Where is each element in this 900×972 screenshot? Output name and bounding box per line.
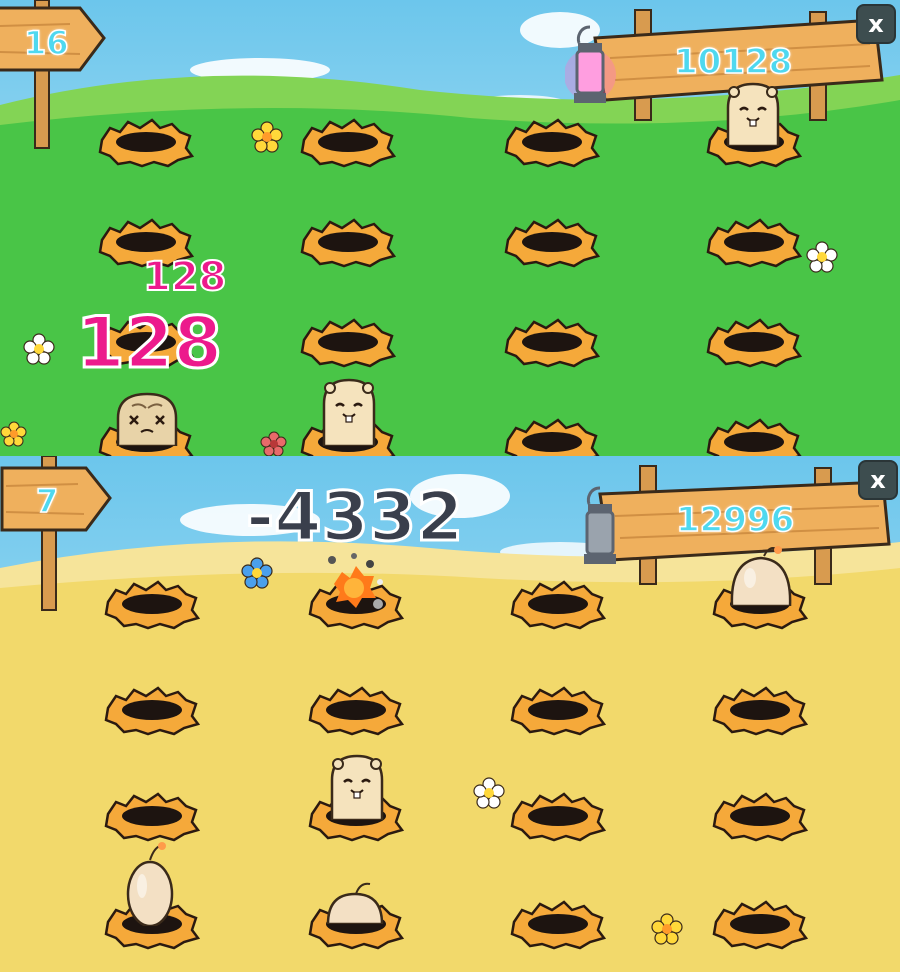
- flower-icon: [651, 913, 683, 945]
- hole-icon: [300, 118, 396, 168]
- score-popup-large: 128: [74, 301, 223, 386]
- mole-hole[interactable]: [104, 576, 200, 630]
- timer-value: 7: [35, 481, 59, 521]
- mole-hole[interactable]: [706, 214, 802, 268]
- hamster-icon: [116, 392, 178, 446]
- score-popup-small: 128: [142, 253, 227, 301]
- hole-icon: [706, 218, 802, 268]
- hole-icon: [104, 792, 200, 842]
- mole-hole[interactable]: [504, 214, 600, 268]
- flower-icon: [260, 431, 287, 456]
- mole-hole[interactable]: [706, 414, 802, 456]
- hole-icon: [510, 686, 606, 736]
- hole-icon: [510, 580, 606, 630]
- mole-hole[interactable]: [300, 214, 396, 268]
- hole-icon: [504, 118, 600, 168]
- hole-icon: [300, 218, 396, 268]
- mole-hole[interactable]: [300, 114, 396, 168]
- close-icon: x: [868, 10, 884, 38]
- hamster-icon[interactable]: [324, 752, 390, 820]
- hole-icon: [510, 792, 606, 842]
- mole-hole[interactable]: [504, 114, 600, 168]
- bomb-icon[interactable]: [322, 880, 388, 924]
- penalty-popup: -4332: [244, 477, 464, 559]
- bomb-icon[interactable]: [726, 542, 796, 606]
- close-icon: x: [870, 466, 886, 494]
- top-game-panel: 16 10128 x 128 128: [0, 0, 900, 456]
- mole-hole[interactable]: [510, 682, 606, 736]
- mole-hole[interactable]: [104, 682, 200, 736]
- hole-icon: [504, 418, 600, 456]
- hamster-icon[interactable]: [316, 376, 382, 446]
- mole-hole[interactable]: [504, 414, 600, 456]
- flower-icon: [23, 333, 55, 365]
- score-value: 12996: [675, 499, 795, 541]
- close-button[interactable]: x: [856, 4, 896, 44]
- mole-hole[interactable]: [504, 314, 600, 368]
- hole-icon: [706, 418, 802, 456]
- hole-icon: [104, 686, 200, 736]
- mole-hole[interactable]: [712, 896, 808, 950]
- mole-hole[interactable]: [712, 788, 808, 842]
- mole-hole[interactable]: [510, 576, 606, 630]
- mole-hole[interactable]: [104, 788, 200, 842]
- hole-icon: [510, 900, 606, 950]
- flower-icon: [806, 241, 838, 273]
- lantern-icon: [565, 25, 616, 103]
- mole-hole[interactable]: [510, 896, 606, 950]
- hole-icon: [300, 318, 396, 368]
- hole-icon: [104, 580, 200, 630]
- flower-icon: [0, 421, 27, 447]
- timer-value: 16: [23, 23, 69, 63]
- mole-hole[interactable]: [706, 314, 802, 368]
- hole-icon: [712, 900, 808, 950]
- hamster-icon[interactable]: [720, 80, 786, 146]
- mole-hole[interactable]: [98, 114, 194, 168]
- hole-icon: [712, 686, 808, 736]
- mole-hole[interactable]: [300, 314, 396, 368]
- hole-icon: [504, 218, 600, 268]
- hole-icon: [712, 792, 808, 842]
- mole-hole[interactable]: [510, 788, 606, 842]
- hole-icon: [504, 318, 600, 368]
- score-value: 10128: [673, 41, 793, 83]
- bomb-icon[interactable]: [124, 842, 176, 926]
- mole-hole[interactable]: [712, 682, 808, 736]
- bottom-game-panel: 7 12996 x -4332: [0, 456, 900, 972]
- hole-icon: [98, 118, 194, 168]
- mole-hole[interactable]: [308, 682, 404, 736]
- flower-icon: [241, 557, 273, 589]
- lantern-icon: [584, 486, 616, 564]
- signpost-icon: [0, 456, 112, 611]
- flower-icon: [251, 121, 283, 153]
- close-button[interactable]: x: [858, 460, 898, 500]
- hole-icon: [706, 318, 802, 368]
- hole-icon: [308, 686, 404, 736]
- explosion-icon: [328, 553, 383, 609]
- flower-icon: [473, 777, 505, 809]
